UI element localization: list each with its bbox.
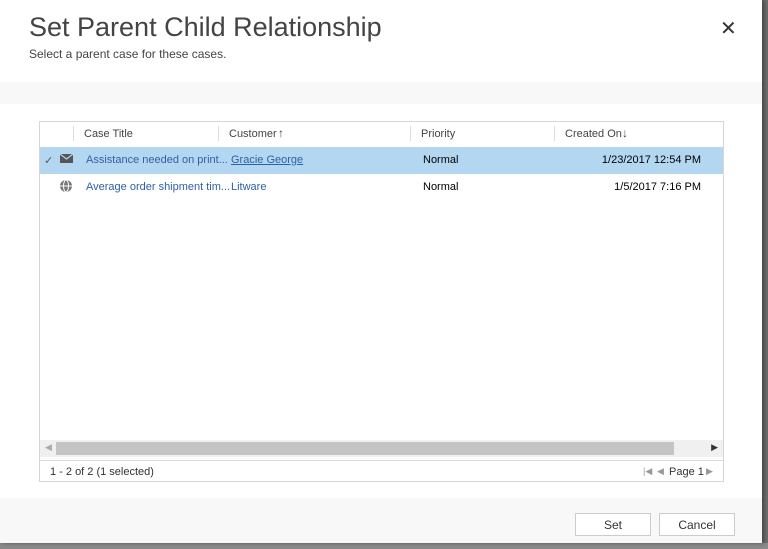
case-title-link[interactable]: Assistance needed on print... (86, 154, 228, 166)
table-row[interactable]: Average order shipment tim... Litware No… (40, 174, 723, 201)
column-case-title[interactable]: Case Title (84, 128, 133, 140)
scrollbar-thumb[interactable] (56, 442, 674, 455)
previous-page-icon[interactable]: ◀ (657, 466, 664, 477)
button-bar: Set Cancel (0, 498, 762, 543)
priority-value: Normal (423, 181, 459, 193)
created-on-value: 1/5/2017 7:16 PM (614, 181, 701, 193)
globe-icon (59, 179, 73, 196)
dialog: Set Parent Child Relationship Select a p… (0, 0, 762, 543)
table-row[interactable]: ✓ Assistance needed on print... Gracie G… (40, 147, 723, 174)
sort-descending-icon: ↓ (622, 126, 628, 140)
record-count: 1 - 2 of 2 (1 selected) (50, 466, 154, 478)
column-created-on[interactable]: Created On (565, 128, 622, 140)
email-icon (59, 152, 74, 167)
horizontal-scrollbar[interactable]: ◀ ▶ (40, 440, 723, 457)
case-title-link[interactable]: Average order shipment tim... (86, 181, 230, 193)
scroll-left-icon[interactable]: ◀ (45, 442, 52, 453)
page-number: Page 1 (669, 466, 704, 478)
header-band (0, 82, 762, 104)
checkmark-icon[interactable]: ✓ (44, 154, 53, 167)
sort-ascending-icon: ↑ (278, 126, 284, 140)
created-on-value: 1/23/2017 12:54 PM (601, 154, 701, 166)
customer-link[interactable]: Gracie George (231, 154, 303, 166)
first-page-icon[interactable]: |◀ (643, 466, 652, 477)
background-page (0, 543, 768, 549)
dialog-subtitle: Select a parent case for these cases. (29, 47, 227, 61)
grid-footer: 1 - 2 of 2 (1 selected) |◀ ◀ Page 1 ▶ (40, 460, 723, 483)
scroll-right-icon[interactable]: ▶ (711, 442, 718, 453)
cancel-button[interactable]: Cancel (659, 513, 735, 536)
dialog-title: Set Parent Child Relationship (29, 12, 382, 42)
case-grid: Case Title Case Title Customer ↑ Priorit… (39, 121, 724, 482)
next-page-icon[interactable]: ▶ (706, 466, 713, 477)
customer-link[interactable]: Litware (231, 181, 266, 193)
set-button[interactable]: Set (575, 513, 651, 536)
priority-value: Normal (423, 154, 459, 166)
close-icon[interactable]: ✕ (720, 16, 737, 41)
grid-header: Case Title Case Title Customer ↑ Priorit… (40, 122, 723, 146)
column-customer-label[interactable]: Customer (229, 128, 277, 140)
column-priority[interactable]: Priority (421, 128, 455, 140)
